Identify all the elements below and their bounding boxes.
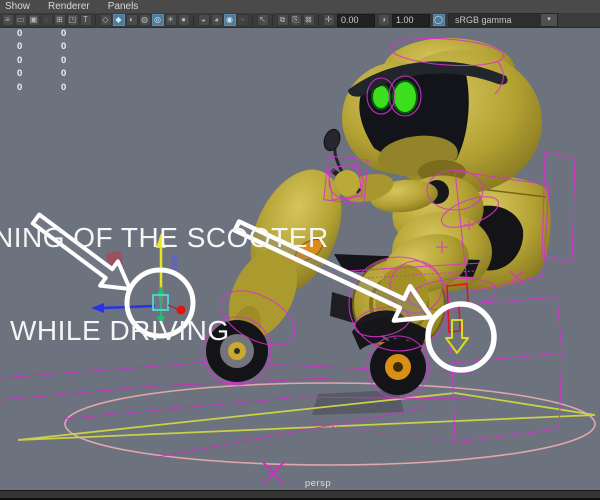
view-transform-dropdown[interactable]: sRGB gamma ▾	[448, 13, 558, 27]
viewport-toolbar: ≡ ▭ ▣ ▫ ⊞ ◳ T ◇ ◆ ◐ ◍ ◎ ☀ ● ◒ ◕ ◉ ▪ ↖ ⧉ …	[0, 13, 600, 28]
toolbar-separator	[318, 14, 319, 26]
default-material-icon[interactable]: ◉	[223, 14, 236, 26]
textured-sphere-icon[interactable]: ◍	[138, 14, 151, 26]
pane-dim-icon[interactable]: ▫	[40, 14, 53, 26]
maya-viewport-window: Show Renderer Panels ≡ ▭ ▣ ▫ ⊞ ◳ T ◇ ◆ ◐…	[0, 0, 600, 500]
annotation-circle-right	[425, 301, 497, 373]
channel-value: 0	[17, 55, 23, 66]
chevron-down-icon[interactable]: ▾	[541, 14, 557, 26]
pane-text-icon[interactable]: T	[79, 14, 92, 26]
channel-value: 0	[17, 82, 23, 93]
toolbar-separator	[193, 14, 194, 26]
smooth-shade-icon[interactable]: ◆	[112, 14, 125, 26]
annotation-line1: NING OF THE SCOOTER	[0, 222, 329, 253]
toolbar-separator	[95, 14, 96, 26]
menu-renderer[interactable]: Renderer	[48, 0, 90, 13]
grease-pencil-icon[interactable]: ⊠	[302, 14, 315, 26]
channel-value: 0	[61, 41, 67, 52]
camera-sphere-icon[interactable]: ◒	[197, 14, 210, 26]
contrast-field[interactable]: 1.00	[392, 13, 430, 27]
shaded-sphere-icon[interactable]: ●	[177, 14, 190, 26]
toolbar-separator	[252, 14, 253, 26]
yellow-down-arrow	[445, 319, 469, 354]
pane-dot-icon[interactable]: ▣	[27, 14, 40, 26]
channel-value: 0	[17, 28, 23, 39]
gamma-toggle-icon[interactable]: ◯	[432, 14, 445, 26]
lights-icon[interactable]: ☀	[164, 14, 177, 26]
channel-value: 0	[61, 55, 67, 66]
channel-value: 0	[61, 82, 67, 93]
channel-value: 0	[61, 68, 67, 79]
annotation-text: NING OF THE SCOOTER WHILE DRIVING	[0, 160, 329, 408]
channel-value: 0	[17, 68, 23, 79]
four-pane-icon[interactable]: ⊞	[53, 14, 66, 26]
pane-corner-icon[interactable]: ◳	[66, 14, 79, 26]
exposure-field[interactable]: 0.00	[337, 13, 375, 27]
view-transform-label: sRGB gamma	[455, 15, 512, 25]
lit-sphere-icon[interactable]: ◕	[210, 14, 223, 26]
wireframe-cube-icon[interactable]: ◇	[99, 14, 112, 26]
red-wireframe	[446, 283, 469, 333]
isolate-select-icon[interactable]: ↖	[256, 14, 269, 26]
single-pane-icon[interactable]: ▭	[14, 14, 27, 26]
bottom-bar	[0, 490, 600, 500]
channel-value: 0	[61, 28, 67, 39]
dim-pane2-icon[interactable]: ▪	[236, 14, 249, 26]
half-sphere-icon[interactable]: ◐	[125, 14, 138, 26]
menu-show[interactable]: Show	[5, 0, 30, 13]
camera-label: persp	[304, 478, 332, 489]
exposure-icon[interactable]: ✛	[322, 14, 335, 26]
book-pair-icon[interactable]: ⎘	[289, 14, 302, 26]
field-chart-icon[interactable]: ⧉	[276, 14, 289, 26]
menu-panels[interactable]: Panels	[108, 0, 139, 13]
channel-value: 0	[17, 41, 23, 52]
panel-menu-icon[interactable]: ≡	[1, 14, 14, 26]
contrast-icon[interactable]: ◑	[377, 14, 390, 26]
annotation-line2: WHILE DRIVING	[10, 315, 230, 346]
toolbar-separator	[272, 14, 273, 26]
panel-menubar: Show Renderer Panels	[0, 0, 600, 13]
textured-lit-icon[interactable]: ◎	[151, 14, 164, 26]
